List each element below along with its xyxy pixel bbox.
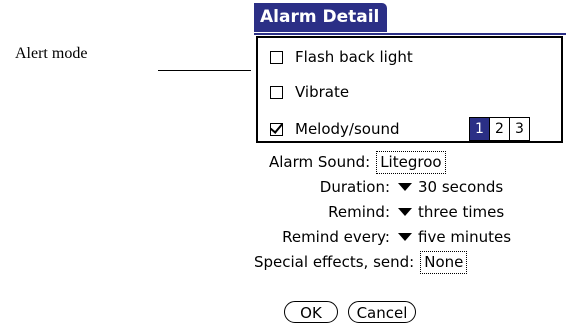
special-effects-row: Special effects, send: None	[254, 250, 468, 274]
remind-every-picker[interactable]: five minutes	[398, 228, 511, 246]
alarm-sound-row: Alarm Sound: Litegroo	[269, 150, 446, 174]
flash-back-light-option[interactable]: Flash back light	[270, 45, 413, 69]
ok-button[interactable]: OK	[284, 301, 338, 323]
repeat-option-1[interactable]: 1	[470, 118, 489, 140]
cancel-button[interactable]: Cancel	[348, 301, 416, 323]
repeat-option-2[interactable]: 2	[489, 118, 509, 140]
duration-picker[interactable]: 30 seconds	[398, 178, 503, 196]
repeat-option-3[interactable]: 3	[509, 118, 529, 140]
vibrate-option[interactable]: Vibrate	[270, 80, 349, 104]
melody-sound-checkbox[interactable]	[270, 122, 283, 136]
remind-value: three times	[418, 203, 505, 221]
duration-label: Duration:	[319, 178, 390, 196]
duration-value: 30 seconds	[418, 178, 504, 196]
remind-every-label: Remind every:	[282, 228, 390, 246]
melody-sound-option[interactable]: Melody/sound	[270, 117, 400, 141]
vibrate-label: Vibrate	[295, 83, 350, 101]
dropdown-arrow-icon	[398, 183, 412, 191]
alert-mode-annotation: Alert mode	[15, 45, 88, 62]
alert-mode-group: Flash back light Vibrate Melody/sound 1 …	[256, 36, 563, 143]
alarm-detail-dialog: Alarm Detail Flash back light Vibrate Me…	[254, 3, 566, 327]
title-bar: Alarm Detail	[254, 3, 566, 35]
melody-sound-label: Melody/sound	[295, 120, 400, 138]
dropdown-arrow-icon	[398, 208, 412, 216]
special-effects-label: Special effects, send:	[254, 253, 415, 271]
remind-every-row: Remind every: five minutes	[254, 225, 511, 249]
dialog-title: Alarm Detail	[254, 3, 388, 32]
remind-row: Remind: three times	[254, 200, 504, 224]
flash-back-light-label: Flash back light	[295, 48, 413, 66]
annotation-leader-line	[158, 70, 251, 71]
remind-label: Remind:	[328, 203, 390, 221]
alarm-sound-selector[interactable]: Litegroo	[376, 150, 446, 174]
vibrate-checkbox[interactable]	[270, 85, 283, 99]
remind-picker[interactable]: three times	[398, 203, 504, 221]
flash-back-light-checkbox[interactable]	[270, 50, 283, 64]
repeat-selector: 1 2 3	[469, 117, 530, 141]
dropdown-arrow-icon	[398, 233, 412, 241]
alarm-sound-label: Alarm Sound:	[269, 153, 371, 171]
remind-every-value: five minutes	[418, 228, 512, 246]
duration-row: Duration: 30 seconds	[254, 175, 503, 199]
special-effects-selector[interactable]: None	[420, 250, 468, 274]
